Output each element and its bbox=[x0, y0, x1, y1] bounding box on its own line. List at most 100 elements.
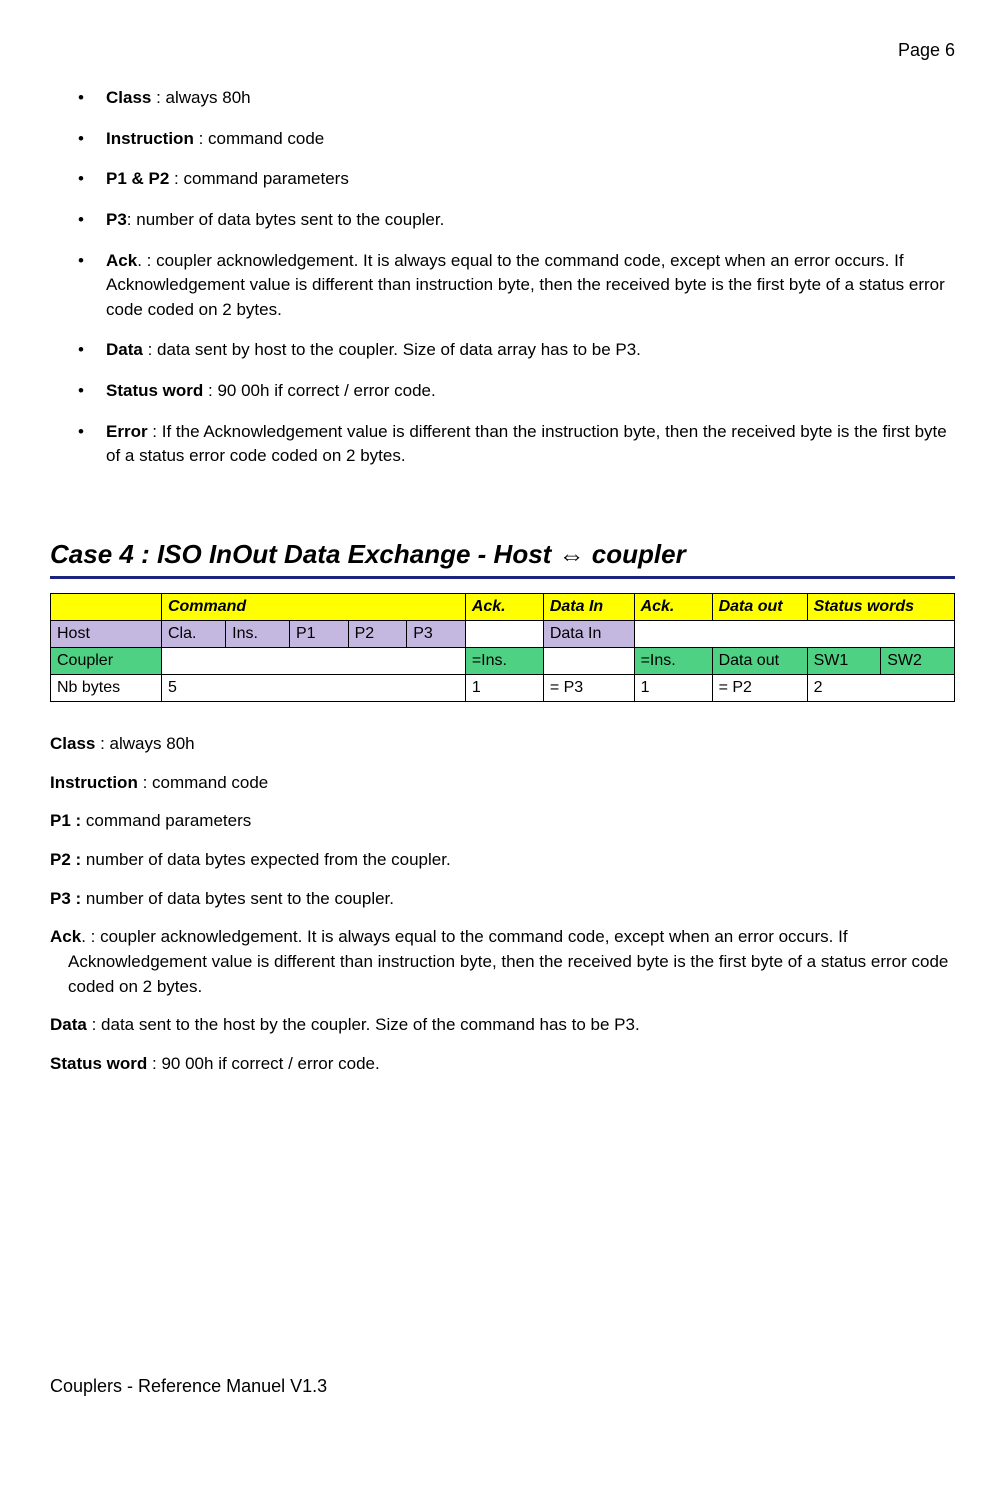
list-item: Instruction : command code bbox=[78, 127, 955, 152]
sep: . : bbox=[137, 251, 156, 270]
sep: : bbox=[169, 169, 183, 188]
desc: 90 00h if correct / error code. bbox=[217, 381, 435, 400]
def-item: Status word : 90 00h if correct / error … bbox=[50, 1052, 955, 1077]
sep: : bbox=[148, 422, 162, 441]
term: Ack bbox=[106, 251, 137, 270]
def-item: P1 : command parameters bbox=[50, 809, 955, 834]
desc: number of data bytes sent to the coupler… bbox=[86, 889, 394, 908]
desc: data sent by host to the coupler. Size o… bbox=[157, 340, 641, 359]
def-item: P3 : number of data bytes sent to the co… bbox=[50, 887, 955, 912]
desc: number of data bytes sent to the coupler… bbox=[136, 210, 444, 229]
term: Instruction bbox=[50, 773, 138, 792]
sep: : bbox=[147, 1054, 161, 1073]
cell: Host bbox=[51, 621, 162, 648]
cell bbox=[161, 648, 465, 675]
def-item: Class : always 80h bbox=[50, 732, 955, 757]
bottom-definition-list: Class : always 80h Instruction : command… bbox=[50, 732, 955, 1076]
cell bbox=[634, 621, 954, 648]
top-definition-list: Class : always 80h Instruction : command… bbox=[50, 86, 955, 469]
list-item: Data : data sent by host to the coupler.… bbox=[78, 338, 955, 363]
hdr-ack2: Ack. bbox=[634, 594, 712, 621]
sep: : bbox=[138, 773, 152, 792]
term: Data bbox=[106, 340, 143, 359]
sep: : bbox=[127, 210, 136, 229]
page-number: Page 6 bbox=[50, 40, 955, 61]
cell: Nb bytes bbox=[51, 675, 162, 702]
hdr-ack1: Ack. bbox=[465, 594, 543, 621]
sep: : bbox=[151, 88, 165, 107]
term: P2 : bbox=[50, 850, 81, 869]
cell: Data In bbox=[543, 621, 634, 648]
term: Error bbox=[106, 422, 148, 441]
table-header-row: Command Ack. Data In Ack. Data out Statu… bbox=[51, 594, 955, 621]
hdr-blank bbox=[51, 594, 162, 621]
sep: : bbox=[95, 734, 109, 753]
term: Class bbox=[106, 88, 151, 107]
def-item: Ack. : coupler acknowledgement. It is al… bbox=[68, 925, 955, 999]
protocol-table: Command Ack. Data In Ack. Data out Statu… bbox=[50, 593, 955, 702]
table-nbbytes-row: Nb bytes 5 1 = P3 1 = P2 2 bbox=[51, 675, 955, 702]
desc: number of data bytes expected from the c… bbox=[86, 850, 451, 869]
desc: If the Acknowledgement value is differen… bbox=[106, 422, 947, 466]
cell: 1 bbox=[465, 675, 543, 702]
section-underline bbox=[50, 576, 955, 579]
cell: SW1 bbox=[807, 648, 881, 675]
cell bbox=[465, 621, 543, 648]
desc: data sent to the host by the coupler. Si… bbox=[101, 1015, 640, 1034]
desc: command parameters bbox=[183, 169, 348, 188]
desc: 90 00h if correct / error code. bbox=[161, 1054, 379, 1073]
cell: Data out bbox=[712, 648, 807, 675]
term: Ack bbox=[50, 927, 81, 946]
term: Instruction bbox=[106, 129, 194, 148]
term: P3 : bbox=[50, 889, 81, 908]
sep: . : bbox=[81, 927, 100, 946]
list-item: P3: number of data bytes sent to the cou… bbox=[78, 208, 955, 233]
cell: =Ins. bbox=[465, 648, 543, 675]
cell: =Ins. bbox=[634, 648, 712, 675]
list-item: P1 & P2 : command parameters bbox=[78, 167, 955, 192]
page-footer: Couplers - Reference Manuel V1.3 bbox=[50, 1376, 955, 1397]
sep: : bbox=[194, 129, 208, 148]
def-item: Instruction : command code bbox=[50, 771, 955, 796]
cell bbox=[543, 648, 634, 675]
cell: 1 bbox=[634, 675, 712, 702]
sep: : bbox=[143, 340, 157, 359]
cell: P3 bbox=[407, 621, 466, 648]
cell: P1 bbox=[289, 621, 348, 648]
cell: P2 bbox=[348, 621, 407, 648]
term: Status word bbox=[50, 1054, 147, 1073]
cell: Cla. bbox=[161, 621, 225, 648]
cell: Ins. bbox=[226, 621, 290, 648]
cell: 2 bbox=[807, 675, 954, 702]
desc: coupler acknowledgement. It is always eq… bbox=[68, 927, 948, 995]
sep: : bbox=[87, 1015, 101, 1034]
hdr-command: Command bbox=[161, 594, 465, 621]
list-item: Status word : 90 00h if correct / error … bbox=[78, 379, 955, 404]
cell: = P3 bbox=[543, 675, 634, 702]
cell: SW2 bbox=[881, 648, 955, 675]
term: Status word bbox=[106, 381, 203, 400]
term: P3 bbox=[106, 210, 127, 229]
term: P1 & P2 bbox=[106, 169, 169, 188]
term: Class bbox=[50, 734, 95, 753]
desc: always 80h bbox=[166, 88, 251, 107]
def-item: P2 : number of data bytes expected from … bbox=[50, 848, 955, 873]
desc: command code bbox=[208, 129, 324, 148]
desc: always 80h bbox=[110, 734, 195, 753]
hdr-status: Status words bbox=[807, 594, 954, 621]
desc: command parameters bbox=[86, 811, 251, 830]
term: Data bbox=[50, 1015, 87, 1034]
table-coupler-row: Coupler =Ins. =Ins. Data out SW1 SW2 bbox=[51, 648, 955, 675]
cell: Coupler bbox=[51, 648, 162, 675]
hdr-data-out: Data out bbox=[712, 594, 807, 621]
hdr-data-in: Data In bbox=[543, 594, 634, 621]
def-item: Data : data sent to the host by the coup… bbox=[50, 1013, 955, 1038]
section-heading: Case 4 : ISO InOut Data Exchange - Host … bbox=[50, 539, 955, 570]
cell: = P2 bbox=[712, 675, 807, 702]
sep: : bbox=[203, 381, 217, 400]
cell: 5 bbox=[161, 675, 465, 702]
list-item: Ack. : coupler acknowledgement. It is al… bbox=[78, 249, 955, 323]
table-host-row: Host Cla. Ins. P1 P2 P3 Data In bbox=[51, 621, 955, 648]
list-item: Error : If the Acknowledgement value is … bbox=[78, 420, 955, 469]
term: P1 : bbox=[50, 811, 81, 830]
